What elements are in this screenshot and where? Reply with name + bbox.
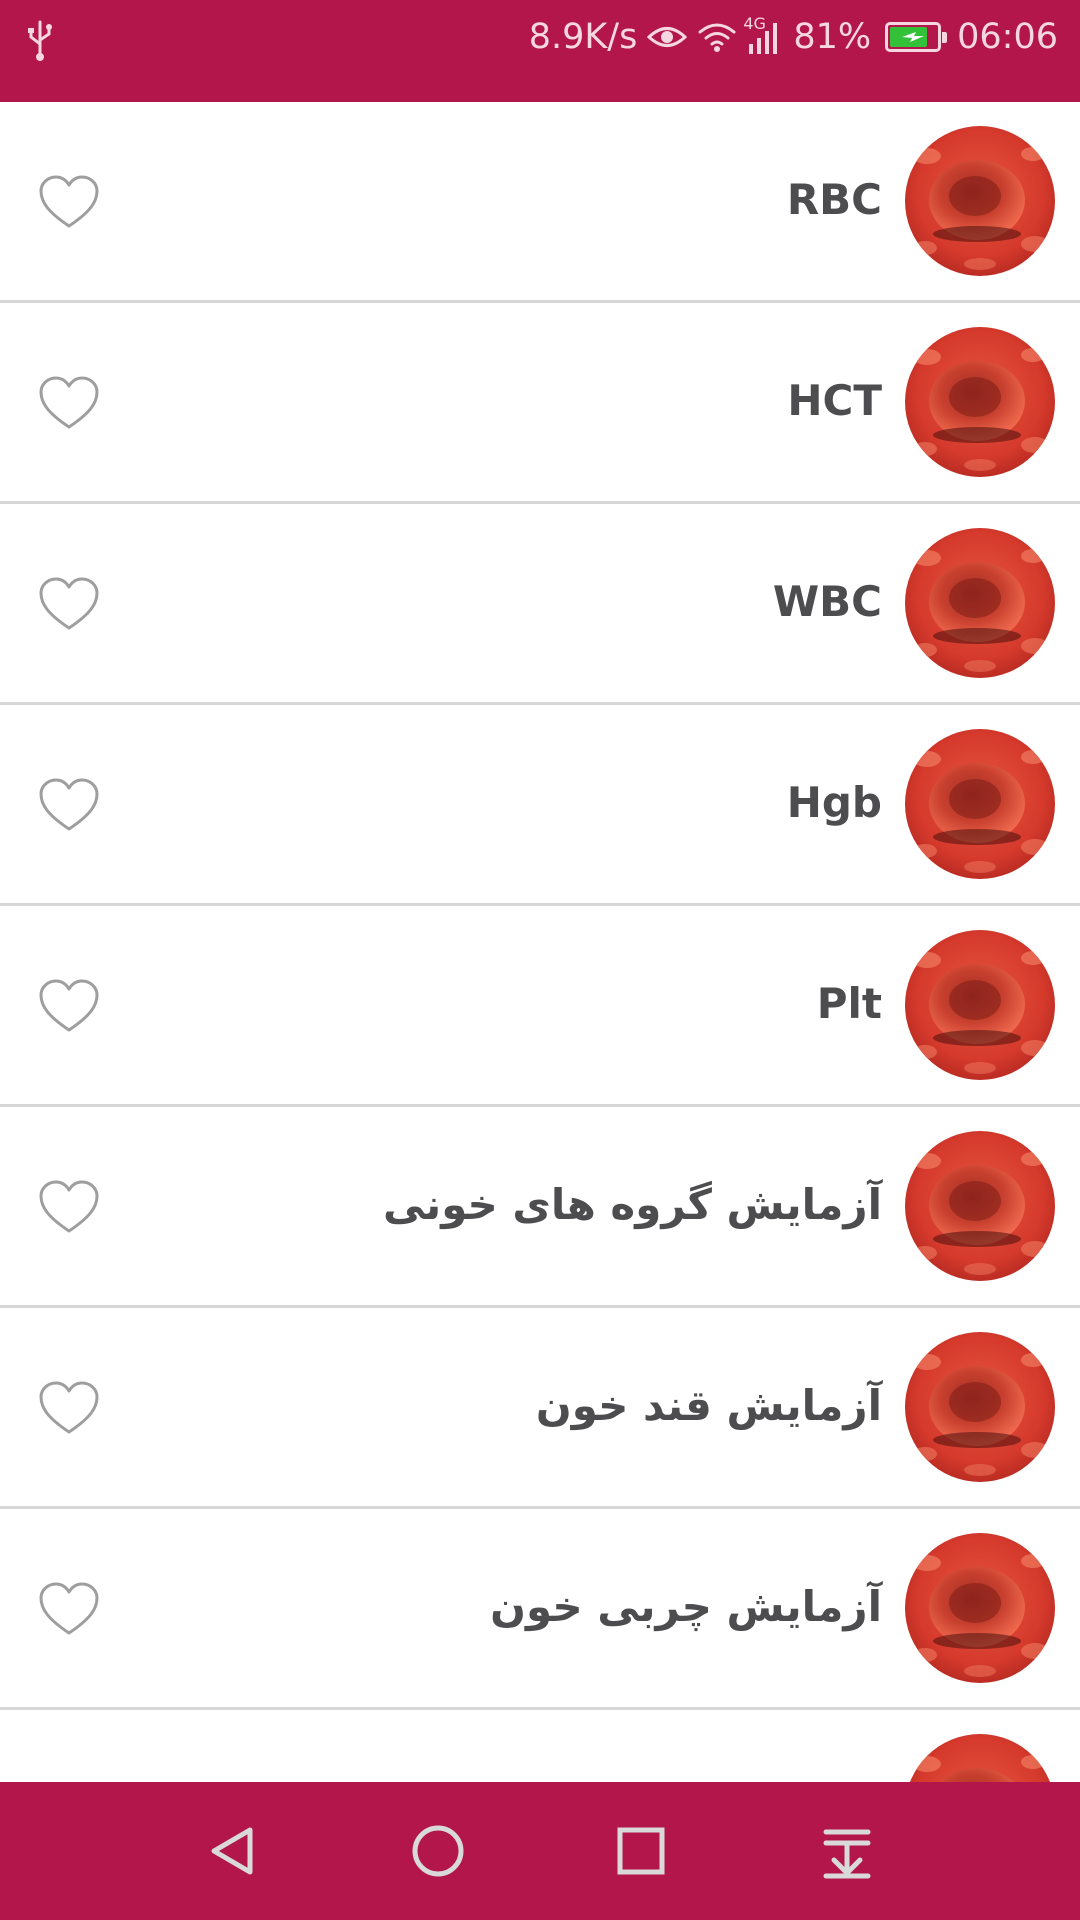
favorite-heart-icon[interactable]	[38, 1380, 100, 1436]
blood-cell-thumbnail	[905, 528, 1055, 678]
blood-cell-thumbnail	[905, 1131, 1055, 1281]
list-item[interactable]: آزمایش گروه های خونی	[0, 1107, 1080, 1308]
notification-pull-icon[interactable]	[812, 1816, 882, 1886]
favorite-heart-icon[interactable]	[38, 1581, 100, 1637]
list-item-partial	[0, 1710, 1080, 1782]
charging-bolt-icon	[902, 32, 925, 42]
favorite-heart-icon[interactable]	[38, 978, 100, 1034]
navigation-bar	[0, 1782, 1080, 1920]
list-item-label: آزمایش گروه های خونی	[382, 1180, 882, 1229]
blood-cell-thumbnail	[905, 1734, 1055, 1782]
list-item[interactable]: HCT	[0, 303, 1080, 504]
list-item-label: آزمایش چربی خون	[490, 1582, 882, 1631]
test-list: RBC HCT WBC Hgb Plt آزمایش گروه های خونی آزمای…	[0, 102, 1080, 1782]
home-icon[interactable]	[403, 1816, 473, 1886]
list-item[interactable]: آزمایش چربی خون	[0, 1509, 1080, 1710]
recents-icon[interactable]	[606, 1816, 676, 1886]
blood-cell-thumbnail	[905, 327, 1055, 477]
favorite-heart-icon[interactable]	[38, 777, 100, 833]
network-speed: 8.9K/s	[528, 17, 638, 57]
list-item[interactable]: Hgb	[0, 705, 1080, 906]
list-item-label: WBC	[772, 577, 882, 626]
status-bar: 8.9K/s 4G 81% 06:06	[0, 0, 1080, 102]
blood-cell-thumbnail	[905, 729, 1055, 879]
list-item-label: آزمایش قند خون	[535, 1381, 882, 1430]
back-icon[interactable]	[198, 1816, 268, 1886]
favorite-heart-icon[interactable]	[38, 174, 100, 230]
network-type: 4G	[743, 14, 766, 33]
status-indicators: 8.9K/s 4G 81% 06:06	[529, 14, 1058, 60]
usb-icon	[28, 20, 52, 61]
favorite-heart-icon[interactable]	[38, 375, 100, 431]
eye-icon	[647, 27, 688, 47]
favorite-heart-icon[interactable]	[38, 1179, 100, 1235]
battery-icon	[885, 22, 948, 52]
list-item-label: Hgb	[786, 778, 882, 827]
list-item[interactable]: Plt	[0, 906, 1080, 1107]
list-item-label: HCT	[787, 376, 882, 425]
wifi-icon	[698, 23, 736, 52]
blood-cell-thumbnail	[905, 126, 1055, 276]
blood-cell-thumbnail	[905, 930, 1055, 1080]
list-item-label: RBC	[786, 175, 882, 224]
blood-cell-thumbnail	[905, 1533, 1055, 1683]
screen: 8.9K/s 4G 81% 06:06 RBC HCT WBC Hgb Plt …	[0, 0, 1080, 1920]
clock: 06:06	[957, 17, 1058, 57]
list-item[interactable]: RBC	[0, 102, 1080, 303]
battery-percent: 81%	[793, 17, 872, 57]
list-item-label: Plt	[816, 979, 882, 1028]
favorite-heart-icon[interactable]	[38, 576, 100, 632]
blood-cell-thumbnail	[905, 1332, 1055, 1482]
list-item[interactable]: WBC	[0, 504, 1080, 705]
signal-group: 4G	[743, 14, 783, 54]
list-item[interactable]: آزمایش قند خون	[0, 1308, 1080, 1509]
